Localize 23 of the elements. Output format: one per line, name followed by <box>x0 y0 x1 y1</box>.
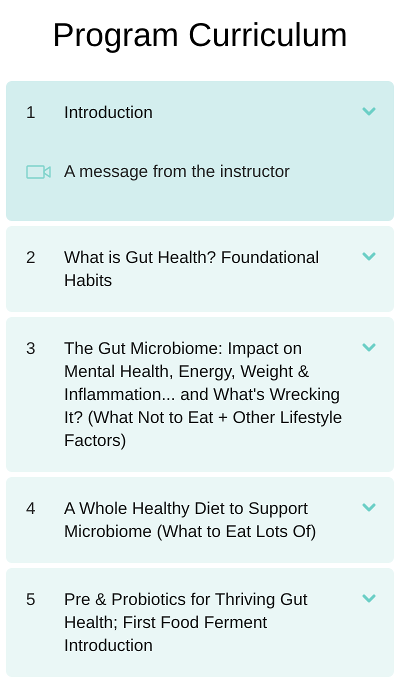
module-number: 5 <box>26 589 36 611</box>
chevron-down-icon <box>362 594 376 604</box>
chevron-down-icon <box>362 107 376 117</box>
chevron-down-icon <box>362 252 376 262</box>
chevron-down-icon <box>362 503 376 513</box>
module-title: Introduction <box>64 102 154 124</box>
page-title: Program Curriculum <box>51 15 349 55</box>
module-card[interactable]: 2 What is Gut Health? Foundational Habits <box>6 226 394 312</box>
module-title: The Gut Microbiome: Impact on Mental Health, Energy, Weight & Inflammation... and What's Wrecking It? (What Not to Eat + Other Lifestyle Factors) <box>64 338 344 452</box>
lesson-title[interactable]: A message from the instructor <box>64 160 290 183</box>
chevron-down-icon <box>362 343 376 353</box>
module-number: 2 <box>26 247 36 269</box>
video-camera-icon <box>26 164 52 180</box>
module-card[interactable]: 5 Pre & Probiotics for Thriving Gut Health; First Food Ferment Introduction <box>6 568 394 677</box>
module-number: 4 <box>26 498 36 520</box>
module-card[interactable]: 4 A Whole Healthy Diet to Support Microbiome (What to Eat Lots Of) <box>6 477 394 563</box>
module-title: A Whole Healthy Diet to Support Microbiome (What to Eat Lots Of) <box>64 498 318 543</box>
module-title: Pre & Probiotics for Thriving Gut Health; First Food Ferment Introduction <box>64 589 308 657</box>
module-number: 3 <box>26 338 36 360</box>
module-title: What is Gut Health? Foundational Habits <box>64 247 320 292</box>
module-card[interactable]: 1 Introduction A message from the instructor <box>6 81 394 221</box>
module-card[interactable]: 3 The Gut Microbiome: Impact on Mental Health, Energy, Weight & Inflammation... and What's Wrecking It? (What Not to Eat + Other Lifestyle Factors) <box>6 317 394 472</box>
module-number: 1 <box>26 102 36 124</box>
